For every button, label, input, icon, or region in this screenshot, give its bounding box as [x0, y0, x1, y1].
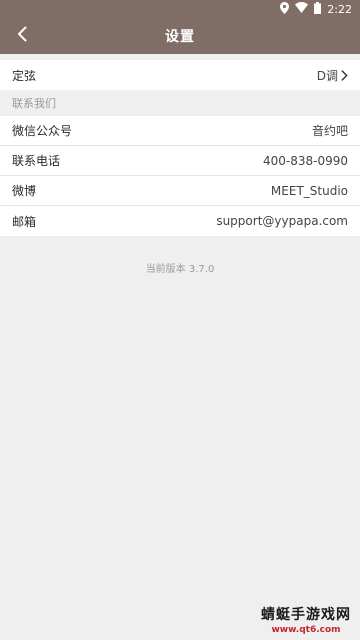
watermark-sub: www.qt6.com — [271, 624, 341, 635]
watermark-logo: 蜻蜓手游戏网 www.qt6.com — [258, 600, 354, 638]
contact-item-email[interactable]: 邮箱 support@yypapa.com — [0, 206, 360, 236]
contact-item-value: 音约吧 — [311, 124, 348, 138]
contact-item-value: MEET_Studio — [270, 183, 348, 198]
contact-item-value: 400-838-0990 — [262, 153, 348, 168]
watermark-main: 蜻蜓手游戏网 — [261, 606, 351, 623]
contact-item-phone[interactable]: 联系电话 400-838-0990 — [0, 146, 360, 176]
battery-icon — [314, 1, 322, 17]
contact-item-weibo[interactable]: 微博 MEET_Studio — [0, 176, 360, 206]
chevron-left-icon — [17, 26, 27, 46]
tuning-label: 定弦 — [12, 68, 37, 83]
status-bar: 2:22 — [0, 0, 360, 18]
contact-item-label: 邮箱 — [12, 214, 37, 229]
tuning-row[interactable]: 定弦 D调 — [0, 60, 360, 90]
contact-item-label: 微博 — [12, 184, 37, 198]
tuning-group: 定弦 D调 — [0, 60, 360, 90]
contact-section-label: 联系我们 — [0, 90, 360, 116]
contact-list: 微信公众号 音约吧 联系电话 400-838-0990 微博 MEET_Stud… — [0, 116, 360, 236]
contact-item-wechat[interactable]: 微信公众号 音约吧 — [0, 116, 360, 146]
contact-item-value: support@yypapa.com — [216, 214, 348, 228]
contact-item-label: 联系电话 — [12, 154, 61, 168]
tuning-value: D调 — [316, 68, 338, 83]
chevron-right-icon — [341, 69, 348, 81]
location-icon — [280, 1, 290, 17]
app-header: 设置 — [0, 18, 360, 54]
back-button[interactable] — [8, 22, 36, 50]
status-time: 2:22 — [327, 2, 352, 16]
wifi-icon — [295, 2, 309, 16]
page-title: 设置 — [165, 29, 195, 45]
version-text: 当前版本 3.7.0 — [145, 264, 215, 275]
tuning-value-wrap: D调 — [317, 67, 348, 84]
contact-item-label: 微信公众号 — [12, 124, 73, 138]
